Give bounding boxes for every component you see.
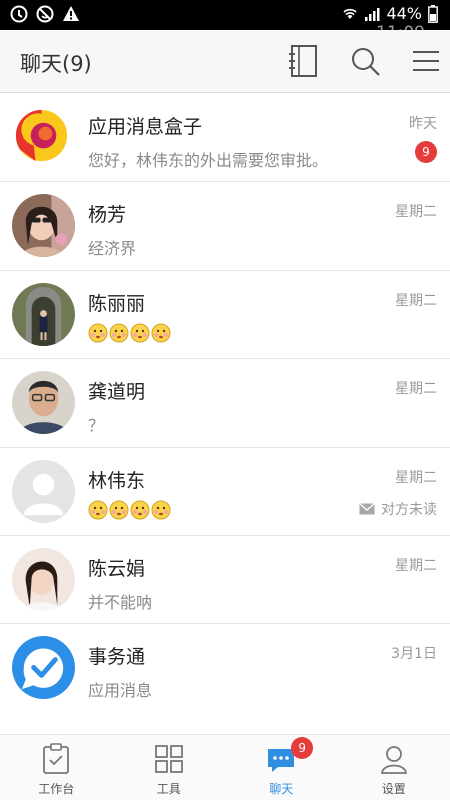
blush-emoji-icon xyxy=(88,323,108,343)
sync-icon xyxy=(10,5,28,23)
tab-label: 工具 xyxy=(156,782,181,796)
chat-time: 星期二 xyxy=(395,204,437,221)
avatar xyxy=(12,547,75,611)
avatar xyxy=(12,194,75,258)
page-title: 聊天(9) xyxy=(20,52,92,76)
chat-preview: ？ xyxy=(88,416,105,436)
bottom-tab-bar: 工作台 工具 9 聊天 设置 xyxy=(0,734,450,800)
blush-emoji-icon xyxy=(109,323,129,343)
chat-time: 3月1日 xyxy=(391,646,437,663)
emoji-preview xyxy=(88,323,171,343)
blush-emoji-icon xyxy=(151,323,171,343)
chat-preview: 应用消息 xyxy=(88,681,153,701)
tab-settings[interactable]: 设置 xyxy=(338,735,450,800)
emoji-preview xyxy=(88,500,171,520)
tab-workbench[interactable]: 工作台 xyxy=(0,735,113,800)
avatar xyxy=(12,371,75,435)
search-icon xyxy=(352,48,380,76)
read-status-label: 对方未读 xyxy=(381,501,437,518)
chat-time: 星期二 xyxy=(395,469,437,486)
chat-preview: 您好，林伟东的外出需要您审批。 xyxy=(88,151,329,170)
tab-label: 设置 xyxy=(381,782,406,796)
avatar xyxy=(12,106,75,169)
tab-label: 工作台 xyxy=(38,782,75,796)
chat-list: 应用消息盒子 您好，林伟东的外出需要您审批。 昨天 9 杨芳 经济界 星期二 陈… xyxy=(0,94,450,734)
chat-item-chen-lili[interactable]: 陈丽丽 星期二 xyxy=(0,271,450,360)
avatar xyxy=(12,282,75,346)
blush-emoji-icon xyxy=(130,323,150,343)
chat-name: 林伟东 xyxy=(88,469,146,492)
alert-icon xyxy=(63,6,79,21)
chat-name: 杨芳 xyxy=(88,204,127,227)
user-photo-icon xyxy=(12,371,75,435)
chat-name: 龚道明 xyxy=(88,381,146,404)
tab-badge: 9 xyxy=(291,737,314,759)
search-button[interactable] xyxy=(350,44,382,78)
chat-time: 昨天 xyxy=(409,116,437,132)
tab-label: 聊天 xyxy=(269,782,294,796)
chat-name: 陈云娟 xyxy=(88,557,146,580)
default-avatar-icon xyxy=(12,459,75,523)
chat-item-chen-yunjuan[interactable]: 陈云娟 并不能呐 星期二 xyxy=(0,536,450,625)
chat-preview: 并不能呐 xyxy=(88,592,153,612)
blush-emoji-icon xyxy=(109,500,129,520)
chat-item-gong-daoming[interactable]: 龚道明 ？ 星期二 xyxy=(0,359,450,448)
chat-item-yang-fang[interactable]: 杨芳 经济界 星期二 xyxy=(0,182,450,271)
status-right: 44% 11:09 xyxy=(342,4,438,43)
contacts-book-icon xyxy=(289,45,317,77)
user-photo-icon xyxy=(12,194,75,258)
chat-preview: 经济界 xyxy=(88,239,137,259)
tab-chat[interactable]: 9 聊天 xyxy=(225,735,338,800)
app-header: 聊天(9) xyxy=(0,30,450,93)
contacts-button[interactable] xyxy=(287,44,319,78)
chat-item-lin-weidong[interactable]: 林伟东 星期二 对方未读 xyxy=(0,448,450,536)
status-left-icons xyxy=(10,5,80,23)
battery-percent: 44% xyxy=(386,4,422,23)
chat-name: 应用消息盒子 xyxy=(88,116,203,138)
tab-tools[interactable]: 工具 xyxy=(113,735,226,800)
clipboard-icon xyxy=(43,743,70,774)
avatar xyxy=(12,636,75,700)
blush-emoji-icon xyxy=(88,500,108,520)
app-box-logo-icon xyxy=(12,106,75,169)
menu-button[interactable] xyxy=(410,44,442,78)
wifi-icon xyxy=(343,8,357,19)
user-photo-icon xyxy=(12,282,75,346)
chat-name: 陈丽丽 xyxy=(88,292,146,315)
chat-time: 星期二 xyxy=(395,381,437,398)
chat-name: 事务通 xyxy=(88,646,146,669)
unread-badge: 9 xyxy=(415,141,437,163)
read-status: 对方未读 xyxy=(359,499,437,519)
chat-item-app-messages[interactable]: 应用消息盒子 您好，林伟东的外出需要您审批。 昨天 9 xyxy=(0,94,450,183)
chat-time: 星期二 xyxy=(395,292,437,309)
no-phone-icon xyxy=(36,5,54,23)
grid-icon xyxy=(154,745,183,773)
check-logo-icon xyxy=(12,636,75,700)
person-icon xyxy=(380,746,407,774)
menu-icon xyxy=(413,51,439,71)
avatar xyxy=(12,459,75,523)
blush-emoji-icon xyxy=(130,500,150,520)
blush-emoji-icon xyxy=(151,500,171,520)
signal-icon xyxy=(365,7,380,21)
envelope-icon xyxy=(359,502,375,515)
status-bar: 44% 11:09 xyxy=(0,0,450,43)
chat-item-shiwutong[interactable]: 事务通 应用消息 3月1日 xyxy=(0,624,450,712)
battery-icon xyxy=(428,4,438,23)
chat-time: 星期二 xyxy=(395,557,437,574)
user-photo-icon xyxy=(12,547,75,611)
